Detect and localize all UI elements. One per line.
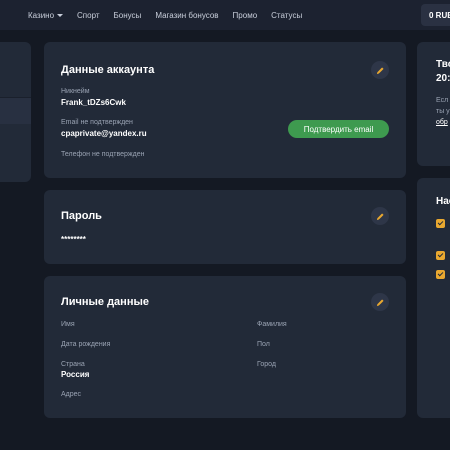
nav-statuses[interactable]: Статусы <box>271 11 302 20</box>
checkbox-checked-3[interactable] <box>436 270 445 279</box>
email-value: cpaprivate@yandex.ru <box>61 129 147 138</box>
email-status-label: Email не подтвержден <box>61 119 133 126</box>
personal-data-card: Личные данные Имя Фамилия Дата рождения … <box>44 276 406 418</box>
edit-password-button[interactable] <box>371 207 389 225</box>
nav-bonuses[interactable]: Бонусы <box>114 11 142 20</box>
right-card-title-line1: Тво <box>436 59 450 70</box>
country-label: Страна <box>61 361 85 368</box>
right-card-text-line2: ты у <box>436 108 450 115</box>
checkbox-checked-1[interactable] <box>436 219 445 228</box>
personal-title: Личные данные <box>61 296 149 308</box>
profile-sidebar <box>0 42 31 182</box>
last-name-label: Фамилия <box>257 321 287 328</box>
first-name-label: Имя <box>61 321 75 328</box>
nav-casino[interactable]: Казино <box>28 10 64 20</box>
nav-casino-label: Казино <box>28 10 55 20</box>
right-settings-card: Нас <box>417 178 450 418</box>
right-card-title-line2: 20: <box>436 73 450 84</box>
password-card: Пароль ******** <box>44 190 406 264</box>
password-value: ******** <box>61 235 86 244</box>
city-label: Город <box>257 361 276 368</box>
phone-status-label: Телефон не подтвержден <box>61 151 145 158</box>
checkbox-checked-2[interactable] <box>436 251 445 260</box>
main-nav: Казино Спорт Бонусы Магазин бонусов Пром… <box>28 0 316 30</box>
edit-account-button[interactable] <box>371 61 389 79</box>
chevron-down-icon <box>57 13 64 17</box>
confirm-email-button[interactable]: Подтвердить email <box>288 120 389 138</box>
right-card-text-line1: Есл <box>436 97 449 104</box>
country-value: Россия <box>61 370 90 379</box>
right-settings-title: Нас <box>436 196 450 207</box>
nickname-value: Frank_tDZs6Cwk <box>61 98 126 107</box>
edit-personal-button[interactable] <box>371 293 389 311</box>
pencil-icon <box>376 298 384 306</box>
account-card: Данные аккаунта Никнейм Frank_tDZs6Cwk E… <box>44 42 406 178</box>
account-title: Данные аккаунта <box>61 64 155 76</box>
nickname-label: Никнейм <box>61 88 90 95</box>
birthdate-label: Дата рождения <box>61 341 111 348</box>
nav-sport[interactable]: Спорт <box>77 11 100 20</box>
pencil-icon <box>376 66 384 74</box>
sidebar-item-active[interactable] <box>0 98 31 124</box>
nav-bonus-shop[interactable]: Магазин бонусов <box>155 11 218 20</box>
gender-label: Пол <box>257 341 270 348</box>
address-label: Адрес <box>61 391 82 398</box>
nav-promo[interactable]: Промо <box>233 11 258 20</box>
balance-button[interactable]: 0 RUB <box>421 4 450 26</box>
password-title: Пароль <box>61 210 102 222</box>
right-card-link[interactable]: обр <box>436 119 448 126</box>
top-navbar: Казино Спорт Бонусы Магазин бонусов Пром… <box>0 0 450 30</box>
right-info-card: Тво 20: Есл ты у обр <box>417 42 450 166</box>
pencil-icon <box>376 212 384 220</box>
